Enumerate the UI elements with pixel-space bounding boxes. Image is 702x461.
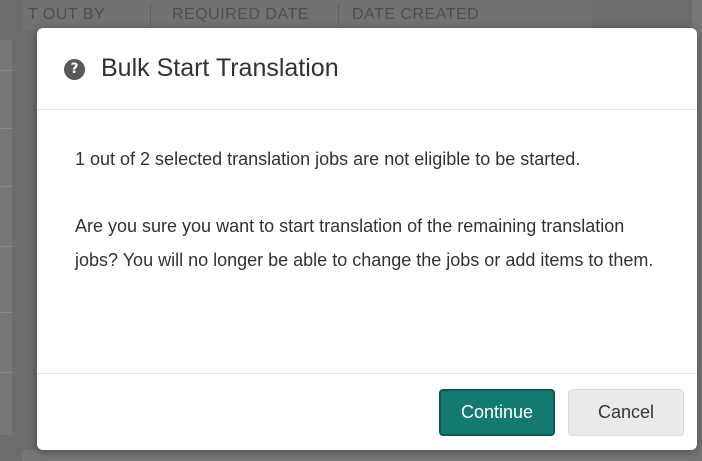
background-column-header: REQUIRED DATE bbox=[172, 6, 309, 23]
background-row-divider bbox=[0, 372, 12, 373]
background-row-divider bbox=[0, 312, 12, 313]
question-circle-icon: ? bbox=[64, 59, 85, 80]
background-row-divider bbox=[0, 186, 12, 187]
bulk-start-translation-dialog: ? Bulk Start Translation 1 out of 2 sele… bbox=[37, 28, 697, 450]
background-column-header: T OUT BY bbox=[28, 6, 106, 23]
dialog-title: Bulk Start Translation bbox=[101, 54, 339, 82]
background-row-divider bbox=[0, 246, 12, 247]
continue-button[interactable]: Continue bbox=[439, 389, 555, 436]
background-row-divider bbox=[0, 128, 12, 129]
ineligible-jobs-message: 1 out of 2 selected translation jobs are… bbox=[75, 149, 581, 169]
confirmation-message: Are you sure you want to start translati… bbox=[75, 216, 654, 270]
dialog-body: 1 out of 2 selected translation jobs are… bbox=[75, 142, 665, 277]
background-column-header: DATE CREATED bbox=[352, 6, 480, 23]
background-bottom-edge bbox=[22, 450, 702, 461]
background-column-separator bbox=[150, 4, 151, 26]
dialog-footer: Continue Cancel bbox=[37, 373, 697, 450]
dialog-header: ? Bulk Start Translation bbox=[37, 28, 697, 110]
background-table-header: T OUT BY REQUIRED DATE DATE CREATED bbox=[22, 0, 592, 30]
background-row-divider bbox=[0, 70, 12, 71]
cancel-button[interactable]: Cancel bbox=[568, 389, 684, 436]
background-left-panel bbox=[0, 40, 12, 435]
background-column-separator bbox=[338, 4, 339, 26]
